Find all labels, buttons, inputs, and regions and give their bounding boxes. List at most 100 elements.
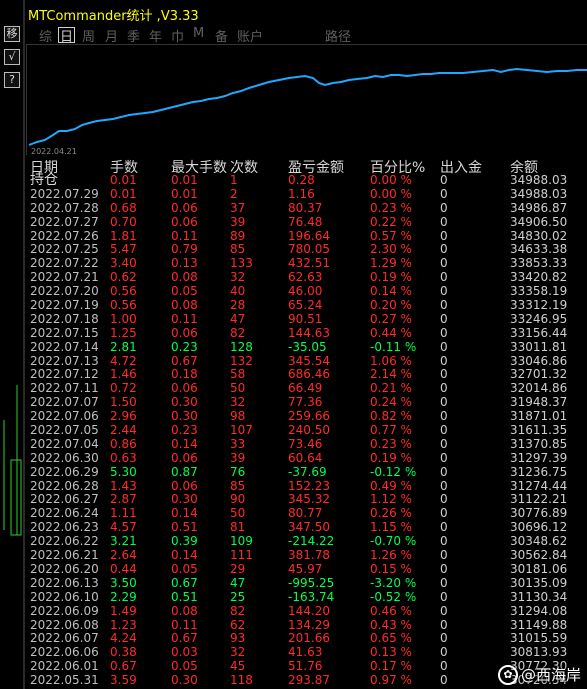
table-row[interactable]: 2022.06.13 3.50 0.67 47 -995.25 -3.20 % 0 30135… [26, 576, 587, 590]
tab-m[interactable]: M [193, 26, 204, 41]
table-row[interactable]: 2022.07.05 2.44 0.23 107 240.50 0.77 % 0 31611.… [26, 423, 587, 437]
table-row[interactable]: 2022.07.22 3.40 0.13 133 432.51 1.29 % 0 33853.… [26, 256, 587, 270]
table-row[interactable]: 2022.07.29 0.01 0.01 2 1.16 0.00 % 0 34988.03 [26, 187, 587, 201]
cell-balance: 30135.09 [510, 575, 568, 590]
table-row[interactable]: 2022.07.21 0.62 0.08 32 62.63 0.19 % 0 33420.82 [26, 270, 587, 284]
table-row[interactable]: 2022.07.26 1.81 0.11 89 196.64 0.57 % 0 34830.0… [26, 229, 587, 243]
cell-count: 50 [230, 506, 246, 521]
cell-flow: 0 [440, 478, 448, 493]
cell-lots: 0.63 [110, 450, 137, 465]
table-row[interactable]: 2022.07.18 1.00 0.11 47 90.51 0.27 % 0 33246.95 [26, 312, 587, 326]
table-row[interactable]: 2022.07.20 0.56 0.05 40 46.00 0.14 % 0 33358.19 [26, 284, 587, 298]
table-row[interactable]: 2022.06.09 1.49 0.08 82 144.20 0.46 % 0 31294.0… [26, 604, 587, 618]
cell-pct: 0.21 % [370, 381, 412, 396]
cell-date: 2022.07.28 [30, 200, 99, 215]
table-row[interactable]: 2022.07.11 0.72 0.06 50 66.49 0.21 % 0 32014.86 [26, 381, 587, 395]
cell-count: 28 [230, 298, 246, 313]
equity-chart: 2022.04.21 [26, 44, 587, 156]
cell-date: 2022.06.10 [30, 589, 99, 604]
cell-flow: 0 [440, 353, 448, 368]
table-row[interactable]: 2022.07.15 1.25 0.06 82 144.63 0.44 % 0 33156.4… [26, 326, 587, 340]
table-row[interactable]: 2022.07.04 0.86 0.14 33 73.46 0.23 % 0 31370.85 [26, 437, 587, 451]
tab-month[interactable]: 月 [105, 26, 118, 45]
table-row[interactable]: 2022.07.19 0.56 0.08 28 65.24 0.20 % 0 33312.19 [26, 298, 587, 312]
table-row[interactable]: 2022.07.25 5.47 0.79 85 780.05 2.30 % 0 34633.3… [26, 242, 587, 256]
tab-quarter[interactable]: 季 [127, 26, 140, 45]
table-row[interactable]: 2022.06.28 1.43 0.06 85 152.23 0.49 % 0 31274.4… [26, 479, 587, 493]
move-icon[interactable]: 移 [4, 26, 20, 42]
tab-account[interactable]: 账户 [237, 26, 263, 45]
cell-balance: 34986.87 [510, 200, 568, 215]
table-row[interactable]: 2022.06.30 0.63 0.06 39 60.64 0.19 % 0 31297.39 [26, 451, 587, 465]
cell-lots: 1.23 [110, 617, 137, 632]
table-row[interactable]: 2022.06.23 4.57 0.51 81 347.50 1.15 % 0 30696.1… [26, 520, 587, 534]
cell-date: 2022.07.22 [30, 256, 99, 271]
table-row[interactable]: 2022.06.22 3.21 0.39 109 -214.22 -0.70 % 0 3034… [26, 534, 587, 548]
table-row[interactable]: 2022.06.29 5.30 0.87 76 -37.69 -0.12 % 0 31236.… [26, 465, 587, 479]
cell-lots: 0.70 [110, 214, 137, 229]
cell-count: 58 [230, 367, 246, 382]
cell-lots: 2.44 [110, 423, 137, 438]
table-row[interactable]: 2022.07.13 4.72 0.67 132 345.54 1.06 % 0 33046.… [26, 354, 587, 368]
cell-balance: 34906.50 [510, 214, 568, 229]
tab-item-7[interactable]: 巾 [171, 26, 184, 45]
cell-flow: 0 [440, 298, 448, 313]
mini-chart [3, 385, 22, 536]
cell-pnl: 345.32 [288, 492, 330, 507]
cell-lots: 1.25 [110, 325, 137, 340]
table-row[interactable]: 2022.06.24 1.11 0.14 50 80.77 0.26 % 0 30776.89 [26, 506, 587, 520]
cell-date: 2022.06.24 [30, 506, 99, 521]
cell-date: 2022.06.20 [30, 561, 99, 576]
cell-max-lots: 0.79 [171, 242, 198, 257]
cell-count: 93 [230, 631, 246, 646]
cell-max-lots: 0.06 [171, 214, 198, 229]
cell-count: 90 [230, 492, 246, 507]
table-row[interactable]: 2022.07.06 2.96 0.30 98 259.66 0.82 % 0 31871.0… [26, 409, 587, 423]
cell-balance: 34830.02 [510, 228, 568, 243]
cell-balance: 31149.88 [510, 617, 568, 632]
table-row[interactable]: 2022.07.28 0.68 0.06 37 80.37 0.23 % 0 34986.87 [26, 201, 587, 215]
table-row[interactable]: 2022.07.14 2.81 0.23 128 -35.05 -0.11 % 0 33011… [26, 340, 587, 354]
cell-pct: 0.13 % [370, 645, 412, 660]
tab-path[interactable]: 路径 [325, 26, 351, 45]
tab-year[interactable]: 年 [149, 26, 162, 45]
table-row[interactable]: 2022.06.06 0.38 0.03 32 41.63 0.13 % 0 30813.93 [26, 645, 587, 659]
cell-max-lots: 0.30 [171, 409, 198, 424]
table-row[interactable]: 2022.06.08 1.23 0.11 62 134.29 0.43 % 0 31149.8… [26, 618, 587, 632]
cell-lots: 0.01 [110, 186, 137, 201]
help-icon[interactable]: ? [4, 72, 20, 88]
cell-date: 2022.06.06 [30, 645, 99, 660]
holding-row[interactable]: 持仓 0.01 0.01 1 0.28 0.00 % 0 34988.03 [26, 173, 587, 187]
table-row[interactable]: 2022.06.10 2.29 0.51 25 -163.74 -0.52 % 0 31130… [26, 590, 587, 604]
cell-balance: 31015.59 [510, 631, 568, 646]
tab-week[interactable]: 周 [82, 26, 95, 45]
cell-balance: 33853.33 [510, 256, 568, 271]
cell-count: 32 [230, 395, 246, 410]
cell-date: 2022.05.31 [30, 673, 99, 688]
cell-date: 2022.07.04 [30, 436, 99, 451]
cell-balance: 33358.19 [510, 284, 568, 299]
cell-count: 39 [230, 214, 246, 229]
tab-summary[interactable]: 综 [39, 26, 52, 45]
table-row[interactable]: 2022.07.07 1.50 0.30 32 77.36 0.24 % 0 31948.37 [26, 395, 587, 409]
table-row[interactable]: 2022.06.21 2.64 0.14 111 381.78 1.26 % 0 30562.… [26, 548, 587, 562]
cell-flow: 0 [440, 423, 448, 438]
table-row[interactable]: 2022.07.12 1.46 0.18 58 686.46 2.14 % 0 32701.3… [26, 367, 587, 381]
cell-max-lots: 0.39 [171, 534, 198, 549]
cell-date: 2022.07.15 [30, 325, 99, 340]
cell-max-lots: 0.11 [171, 228, 198, 243]
cell-balance: 34988.03 [510, 173, 568, 187]
cell-balance: 30696.12 [510, 520, 568, 535]
cell-balance: 31297.39 [510, 450, 568, 465]
table-row[interactable]: 2022.07.27 0.70 0.06 39 76.48 0.22 % 0 34906.50 [26, 215, 587, 229]
table-row[interactable]: 2022.06.20 0.44 0.05 29 45.97 0.15 % 0 30181.06 [26, 562, 587, 576]
cell-max-lots: 0.14 [171, 436, 198, 451]
table-row[interactable]: 2022.06.27 2.87 0.30 90 345.32 1.12 % 0 31122.2… [26, 492, 587, 506]
tab-note[interactable]: 备 [215, 26, 228, 45]
table-row[interactable]: 2022.06.07 4.24 0.67 93 201.66 0.65 % 0 31015.5… [26, 631, 587, 645]
cell-count: 47 [230, 311, 246, 326]
cell-pct: -0.52 % [370, 589, 417, 604]
tab-day[interactable]: 日 [57, 26, 76, 45]
check-icon[interactable]: √ [4, 49, 20, 65]
cell-max-lots: 0.08 [171, 603, 198, 618]
